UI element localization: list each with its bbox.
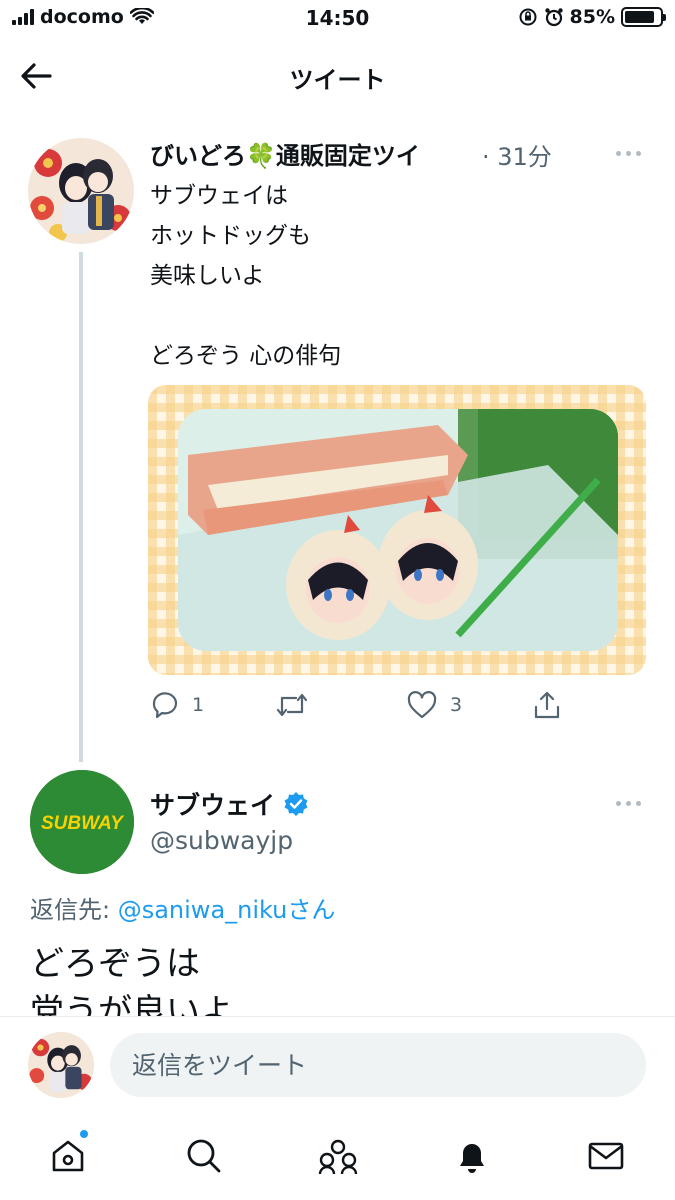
header: ツイート: [0, 48, 675, 104]
tweet-text: どろぞうは 党うが良いよ: [30, 944, 234, 1018]
heart-icon: [407, 691, 437, 719]
reply-button[interactable]: 1: [150, 690, 204, 720]
nav-notifications[interactable]: [450, 1134, 494, 1178]
status-right: 85%: [518, 6, 666, 28]
user-handle[interactable]: @subwayjp: [150, 826, 293, 855]
subway-display-name: サブウェイ: [150, 791, 276, 820]
nav-communities[interactable]: [316, 1134, 360, 1178]
reply-to-suffix: さん: [287, 896, 336, 924]
verified-badge-icon: [284, 792, 308, 816]
alarm-icon: [544, 8, 563, 27]
home-notification-dot: [78, 1128, 90, 1140]
reply-icon: [152, 692, 178, 719]
reply-count: 1: [192, 694, 205, 716]
nav-search[interactable]: [182, 1134, 226, 1178]
like-count: 3: [450, 694, 463, 716]
more-icon[interactable]: [616, 798, 646, 808]
subway-avatar[interactable]: SUBWAY: [30, 770, 134, 874]
avatar[interactable]: [28, 138, 134, 244]
tweet-time: · 31分: [482, 143, 552, 171]
communities-icon: [318, 1139, 358, 1175]
tweet-photo[interactable]: [148, 385, 646, 675]
battery-icon: [621, 7, 666, 27]
subway-logo: SUBWAY: [41, 813, 125, 834]
reply-to-user-link[interactable]: @saniwa_niku: [118, 896, 288, 924]
share-button[interactable]: [532, 690, 562, 720]
share-icon: [534, 691, 560, 719]
retweet-icon: [276, 693, 308, 717]
nav-messages[interactable]: [584, 1134, 628, 1178]
reply-input[interactable]: [110, 1033, 646, 1097]
page-title: ツイート: [289, 66, 386, 94]
display-name[interactable]: サブウェイ: [150, 786, 309, 822]
tweet-text: サブウェイは ホットドッグも 美味しいよ どろぞう 心の俳句: [150, 183, 342, 369]
retweet-button[interactable]: [274, 690, 322, 720]
status-bar: docomo 14:50 85%: [0, 0, 675, 40]
more-icon[interactable]: [616, 148, 646, 158]
battery-percent: 85%: [569, 6, 615, 28]
search-icon: [187, 1139, 221, 1173]
notifications-icon: [460, 1144, 484, 1173]
rotation-lock-icon: [519, 8, 537, 26]
messages-icon: [588, 1142, 624, 1170]
like-button[interactable]: 3: [406, 690, 462, 720]
my-avatar[interactable]: [28, 1032, 94, 1098]
nav-home[interactable]: [46, 1128, 90, 1178]
reply-to-prefix: 返信先:: [30, 896, 118, 924]
bottom-nav: [0, 1118, 675, 1200]
tweet-actions: 1 3: [150, 690, 630, 730]
thread-line: [79, 252, 83, 762]
display-name[interactable]: びいどろ🍀通販固定ツイ: [150, 136, 420, 171]
reply-context: 返信先: @saniwa_nikuさん: [30, 890, 335, 925]
home-icon: [52, 1140, 84, 1172]
